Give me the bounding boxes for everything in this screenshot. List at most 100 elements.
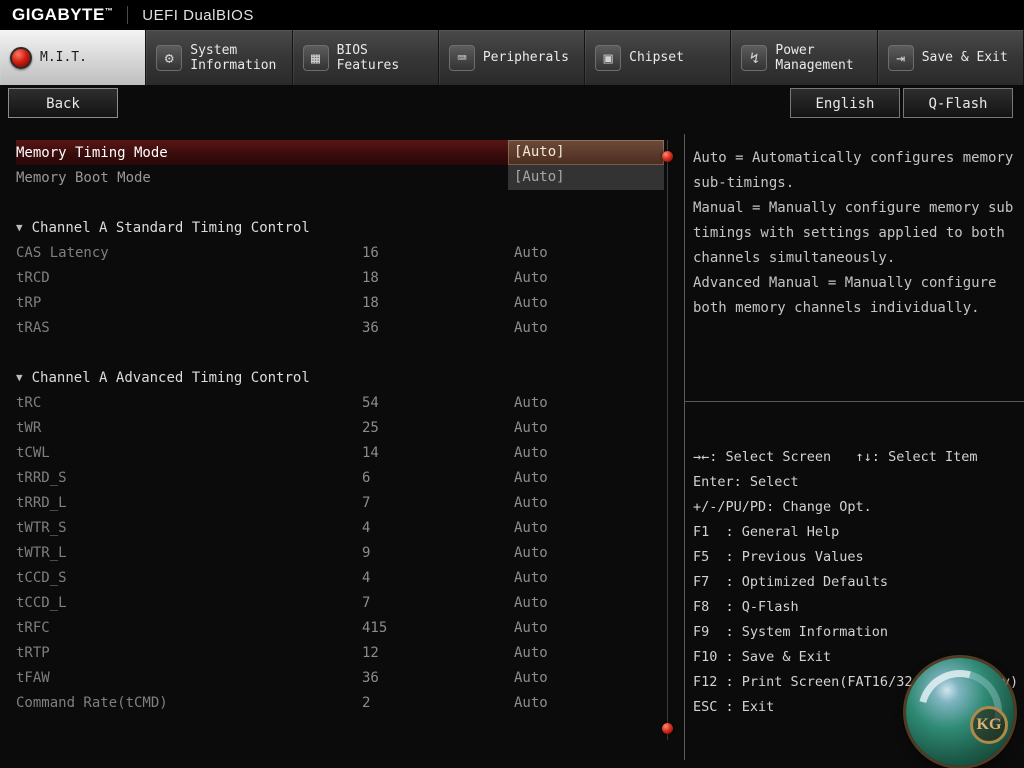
setting-current-value: 7	[362, 495, 514, 511]
setting-current-value: 2	[362, 695, 514, 711]
setting-auto-value: Auto	[514, 620, 664, 636]
setting-name: tRTP	[16, 645, 362, 661]
setting-name: tRFC	[16, 620, 362, 636]
exit-door-icon: ⇥	[888, 45, 914, 71]
tab-power-management[interactable]: ↯ Power Management	[731, 30, 877, 85]
setting-current-value: 9	[362, 545, 514, 561]
scrollbar[interactable]	[667, 140, 668, 740]
setting-name: tWTR_S	[16, 520, 362, 536]
setting-auto-value: Auto	[514, 595, 664, 611]
tab-label: Power Management	[775, 43, 876, 73]
setting-row-memory-timing-mode[interactable]: Memory Timing Mode [Auto]	[16, 140, 664, 165]
setting-row: Command Rate(tCMD) 2 Auto	[16, 690, 664, 715]
setting-auto-value: Auto	[514, 420, 664, 436]
key-line: +/-/PU/PD: Change Opt.	[693, 495, 1018, 520]
key-line: F9 : System Information	[693, 620, 1018, 645]
tab-peripherals[interactable]: ⌨ Peripherals	[439, 30, 585, 85]
tab-bar: M.I.T. ⚙ System Information ▦ BIOS Featu…	[0, 30, 1024, 85]
key-line: F8 : Q-Flash	[693, 595, 1018, 620]
setting-row: tCCD_L 7 Auto	[16, 590, 664, 615]
tab-label: Save & Exit	[922, 50, 1008, 65]
section-header-channel-a-standard[interactable]: ▼ Channel A Standard Timing Control	[16, 215, 664, 240]
key-line: F5 : Previous Values	[693, 545, 1018, 570]
setting-row: tRP 18 Auto	[16, 290, 664, 315]
help-divider	[685, 401, 1024, 402]
tab-bios-features[interactable]: ▦ BIOS Features	[293, 30, 439, 85]
setting-auto-value: Auto	[514, 520, 664, 536]
section-header-channel-a-advanced[interactable]: ▼ Channel A Advanced Timing Control	[16, 365, 664, 390]
setting-name: tWR	[16, 420, 362, 436]
setting-current-value: 4	[362, 570, 514, 586]
setting-auto-value: Auto	[514, 545, 664, 561]
tab-label: Chipset	[629, 50, 684, 65]
setting-current-value: 4	[362, 520, 514, 536]
setting-name: tRCD	[16, 270, 362, 286]
setting-value[interactable]: [Auto]	[508, 165, 664, 190]
chipset-icon: ▣	[595, 45, 621, 71]
key-line: F1 : General Help	[693, 520, 1018, 545]
setting-row: CAS Latency 16 Auto	[16, 240, 664, 265]
gear-icon: ⚙	[156, 45, 182, 71]
setting-auto-value: Auto	[514, 395, 664, 411]
tab-mit[interactable]: M.I.T.	[0, 30, 146, 85]
scroll-up-button[interactable]	[662, 151, 673, 162]
tab-label: System Information	[190, 43, 291, 73]
tab-label: M.I.T.	[40, 50, 87, 65]
setting-row: tRC 54 Auto	[16, 390, 664, 415]
setting-current-value: 54	[362, 395, 514, 411]
back-button[interactable]: Back	[8, 88, 118, 118]
setting-name: tCWL	[16, 445, 362, 461]
collapse-arrow-icon: ▼	[16, 221, 23, 234]
setting-current-value: 7	[362, 595, 514, 611]
bios-screen: GIGABYTE™ UEFI DualBIOS M.I.T. ⚙ System …	[0, 0, 1024, 768]
setting-current-value: 25	[362, 420, 514, 436]
setting-auto-value: Auto	[514, 445, 664, 461]
setting-auto-value: Auto	[514, 570, 664, 586]
watermark-kg-badge: KG	[970, 706, 1008, 744]
scroll-down-button[interactable]	[662, 723, 673, 734]
setting-name: tFAW	[16, 670, 362, 686]
setting-current-value: 18	[362, 270, 514, 286]
row-spacer	[16, 340, 664, 365]
setting-row: tWTR_L 9 Auto	[16, 540, 664, 565]
qflash-button[interactable]: Q-Flash	[903, 88, 1013, 118]
setting-row: tRAS 36 Auto	[16, 315, 664, 340]
setting-value[interactable]: [Auto]	[508, 140, 664, 165]
bios-title: UEFI DualBIOS	[128, 7, 254, 24]
key-line: →←: Select Screen ↑↓: Select Item	[693, 445, 1018, 470]
tab-save-exit[interactable]: ⇥ Save & Exit	[878, 30, 1024, 85]
setting-current-value: 415	[362, 620, 514, 636]
section-title: Channel A Advanced Timing Control	[32, 370, 310, 386]
setting-row: tRRD_S 6 Auto	[16, 465, 664, 490]
setting-auto-value: Auto	[514, 495, 664, 511]
setting-row: tCWL 14 Auto	[16, 440, 664, 465]
gigabyte-logo: GIGABYTE™	[0, 5, 127, 25]
setting-row: tRTP 12 Auto	[16, 640, 664, 665]
setting-row: tCCD_S 4 Auto	[16, 565, 664, 590]
setting-current-value: 12	[362, 645, 514, 661]
settings-list: Memory Timing Mode [Auto] Memory Boot Mo…	[16, 140, 664, 715]
setting-current-value: 16	[362, 245, 514, 261]
setting-name: Memory Boot Mode	[16, 170, 362, 186]
setting-current-value: 36	[362, 320, 514, 336]
setting-auto-value: Auto	[514, 295, 664, 311]
setting-name: Memory Timing Mode	[16, 145, 362, 161]
tab-system-information[interactable]: ⚙ System Information	[146, 30, 292, 85]
setting-auto-value: Auto	[514, 670, 664, 686]
setting-row: tFAW 36 Auto	[16, 665, 664, 690]
setting-row-memory-boot-mode[interactable]: Memory Boot Mode [Auto]	[16, 165, 664, 190]
help-description: Auto = Automatically configures memory s…	[693, 146, 1019, 321]
setting-row: tRFC 415 Auto	[16, 615, 664, 640]
trademark-symbol: ™	[105, 6, 114, 15]
key-line: Enter: Select	[693, 470, 1018, 495]
tab-label: BIOS Features	[337, 43, 438, 73]
language-button[interactable]: English	[790, 88, 900, 118]
brand-text: GIGABYTE	[12, 5, 105, 24]
setting-auto-value: Auto	[514, 695, 664, 711]
setting-name: tCCD_L	[16, 595, 362, 611]
setting-name: tRAS	[16, 320, 362, 336]
setting-row: tRRD_L 7 Auto	[16, 490, 664, 515]
tab-chipset[interactable]: ▣ Chipset	[585, 30, 731, 85]
mit-orb-icon	[10, 47, 32, 69]
setting-name: CAS Latency	[16, 245, 362, 261]
